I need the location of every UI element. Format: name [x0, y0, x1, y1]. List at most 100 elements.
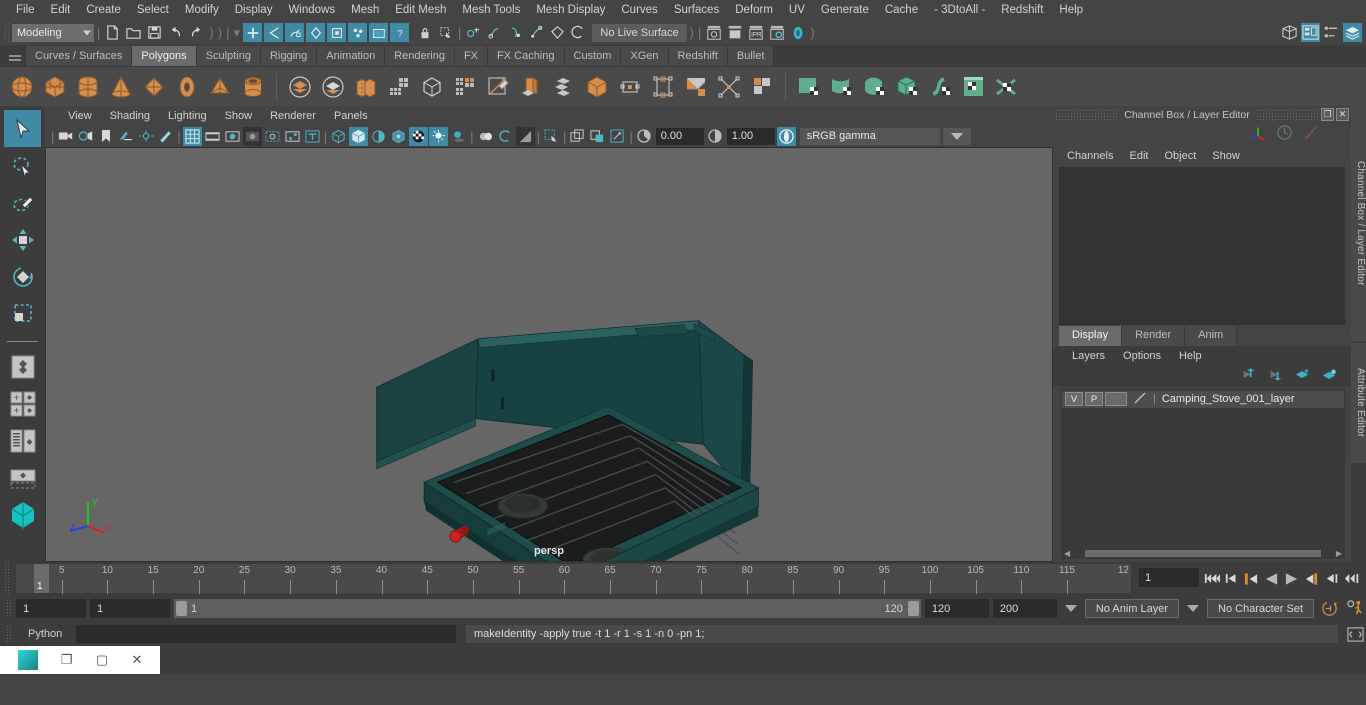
- new-layer-from-selected-icon[interactable]: [1321, 368, 1337, 384]
- display-resolution-icon[interactable]: [608, 127, 627, 146]
- range-end-field[interactable]: 120: [924, 599, 989, 618]
- use-all-lights-icon[interactable]: [429, 126, 449, 146]
- flat-shading-icon[interactable]: [369, 127, 388, 146]
- anim-layer-select[interactable]: No Anim Layer: [1084, 599, 1180, 618]
- scroll-left-icon[interactable]: ◀: [1061, 549, 1073, 558]
- side-tab-attribute-editor[interactable]: Attribute Editor: [1351, 343, 1366, 463]
- shadows-icon[interactable]: [449, 127, 468, 146]
- scale-tool-button[interactable]: [4, 295, 41, 332]
- uv-planar-icon[interactable]: [793, 70, 825, 104]
- poly-cube-icon[interactable]: [39, 70, 71, 104]
- uv-cylindrical-icon[interactable]: [826, 70, 858, 104]
- rotate-tool-button[interactable]: [4, 258, 41, 295]
- layer-name[interactable]: Camping_Stove_001_layer: [1162, 393, 1295, 405]
- axis-gizmo-icon[interactable]: [1249, 124, 1267, 145]
- channel-box-content[interactable]: [1059, 167, 1345, 325]
- quick-layout-teal-icon[interactable]: [4, 496, 41, 533]
- poly-mirror-icon[interactable]: [713, 70, 745, 104]
- menu-deform[interactable]: Deform: [727, 2, 781, 18]
- text-overlay-icon[interactable]: [303, 127, 322, 146]
- grease-pencil-icon[interactable]: [156, 127, 175, 146]
- command-input[interactable]: [76, 625, 456, 643]
- current-time-indicator[interactable]: 1: [34, 564, 49, 593]
- screen-space-ao-icon[interactable]: [476, 127, 495, 146]
- select-help-button[interactable]: ?: [390, 23, 409, 42]
- character-set-select[interactable]: No Character Set: [1207, 599, 1314, 618]
- snap-to-view-planes-button[interactable]: [548, 23, 567, 42]
- select-by-component-uv-button[interactable]: [348, 23, 367, 42]
- menu-uv[interactable]: UV: [781, 2, 813, 18]
- shelf-tab-sculpting[interactable]: Sculpting: [196, 46, 261, 66]
- scroll-right-icon[interactable]: ▶: [1333, 549, 1345, 558]
- show-hide-channel-box-button[interactable]: [1343, 23, 1362, 42]
- shelf-tab-animation[interactable]: Animation: [317, 46, 386, 66]
- move-tool-button[interactable]: [4, 221, 41, 258]
- select-by-component-face-button[interactable]: [327, 23, 346, 42]
- poly-pyramid-icon[interactable]: [204, 70, 236, 104]
- select-filmstrip-button[interactable]: [369, 23, 388, 42]
- play-backwards-button[interactable]: [1263, 569, 1280, 589]
- viewport-menu-shading[interactable]: Shading: [101, 108, 159, 124]
- shelf-tab-fx[interactable]: FX: [454, 46, 489, 66]
- four-view-layout-button[interactable]: +++: [4, 385, 41, 422]
- select-by-object-type-button[interactable]: [264, 23, 283, 42]
- snap-to-curves-button[interactable]: [485, 23, 504, 42]
- gamma-field[interactable]: 1.00: [726, 127, 775, 145]
- channel-box-menu-channels[interactable]: Channels: [1059, 148, 1121, 164]
- poly-sphere-icon[interactable]: [6, 70, 38, 104]
- curve-icon[interactable]: [1302, 124, 1319, 144]
- viewport-menu-panels[interactable]: Panels: [325, 108, 377, 124]
- menu-set-selector[interactable]: Modeling: [12, 23, 94, 42]
- play-forwards-button[interactable]: [1283, 569, 1300, 589]
- undo-button[interactable]: [166, 23, 185, 42]
- range-bar[interactable]: 1 120: [174, 599, 921, 618]
- animation-start-field[interactable]: 1: [16, 599, 86, 618]
- move-layer-down-icon[interactable]: [1267, 368, 1283, 384]
- color-management-dropdown-arrow[interactable]: [942, 127, 971, 145]
- status-line-drag-handle[interactable]: [4, 22, 10, 43]
- animation-end-field[interactable]: 200: [992, 599, 1057, 618]
- panel-drag-handle-right[interactable]: [1255, 109, 1319, 120]
- panel-close-button[interactable]: ✕: [1336, 108, 1349, 121]
- range-start-field[interactable]: 1: [90, 599, 170, 618]
- texture-display-icon[interactable]: [409, 126, 429, 146]
- render-current-frame-button[interactable]: [704, 23, 723, 42]
- new-scene-button[interactable]: [103, 23, 122, 42]
- show-hide-attribute-editor-button[interactable]: [1301, 23, 1320, 42]
- poly-wedge-icon[interactable]: [647, 70, 679, 104]
- menu-create[interactable]: Create: [78, 2, 129, 18]
- highlight-selection-button[interactable]: [436, 23, 455, 42]
- anim-layer-dropdown-arrow[interactable]: [1064, 605, 1077, 612]
- bookmark-icon[interactable]: [96, 127, 115, 146]
- camera-attributes-icon[interactable]: [76, 127, 95, 146]
- display-textures-icon[interactable]: [568, 127, 587, 146]
- layer-row[interactable]: V P | Camping_Stove_001_layer: [1062, 390, 1344, 408]
- shelf-tab-redshift[interactable]: Redshift: [668, 46, 728, 66]
- multisample-aa-icon[interactable]: [515, 126, 535, 146]
- viewport-menu-show[interactable]: Show: [216, 108, 262, 124]
- current-time-field[interactable]: 1: [1139, 568, 1199, 587]
- range-slider-drag-handle[interactable]: [6, 599, 12, 618]
- poly-smooth-icon[interactable]: [383, 70, 415, 104]
- menu-edit[interactable]: Edit: [43, 2, 79, 18]
- uv-contour-stretch-icon[interactable]: [925, 70, 957, 104]
- redo-button[interactable]: [187, 23, 206, 42]
- layer-type-toggle[interactable]: [1105, 392, 1127, 406]
- menu-mesh-display[interactable]: Mesh Display: [528, 2, 613, 18]
- poly-plane-icon[interactable]: [138, 70, 170, 104]
- live-surface-field[interactable]: No Live Surface: [592, 23, 687, 42]
- animation-preferences-icon[interactable]: [1344, 600, 1366, 618]
- open-scene-button[interactable]: [124, 23, 143, 42]
- redo-render-button[interactable]: [725, 23, 744, 42]
- menu-help[interactable]: Help: [1051, 2, 1091, 18]
- menu-cache[interactable]: Cache: [877, 2, 926, 18]
- command-language-label[interactable]: Python: [18, 628, 70, 640]
- menu-mesh-tools[interactable]: Mesh Tools: [454, 2, 528, 18]
- poly-transfer-attributes-icon[interactable]: [746, 70, 778, 104]
- step-forward-frame-button[interactable]: [1303, 569, 1320, 589]
- shelf-tab-curves-surfaces[interactable]: Curves / Surfaces: [26, 46, 133, 66]
- show-hide-tool-settings-button[interactable]: [1322, 23, 1341, 42]
- layer-tab-anim[interactable]: Anim: [1185, 325, 1238, 346]
- image-plane-icon[interactable]: [116, 127, 135, 146]
- poly-bevel-icon[interactable]: [581, 70, 613, 104]
